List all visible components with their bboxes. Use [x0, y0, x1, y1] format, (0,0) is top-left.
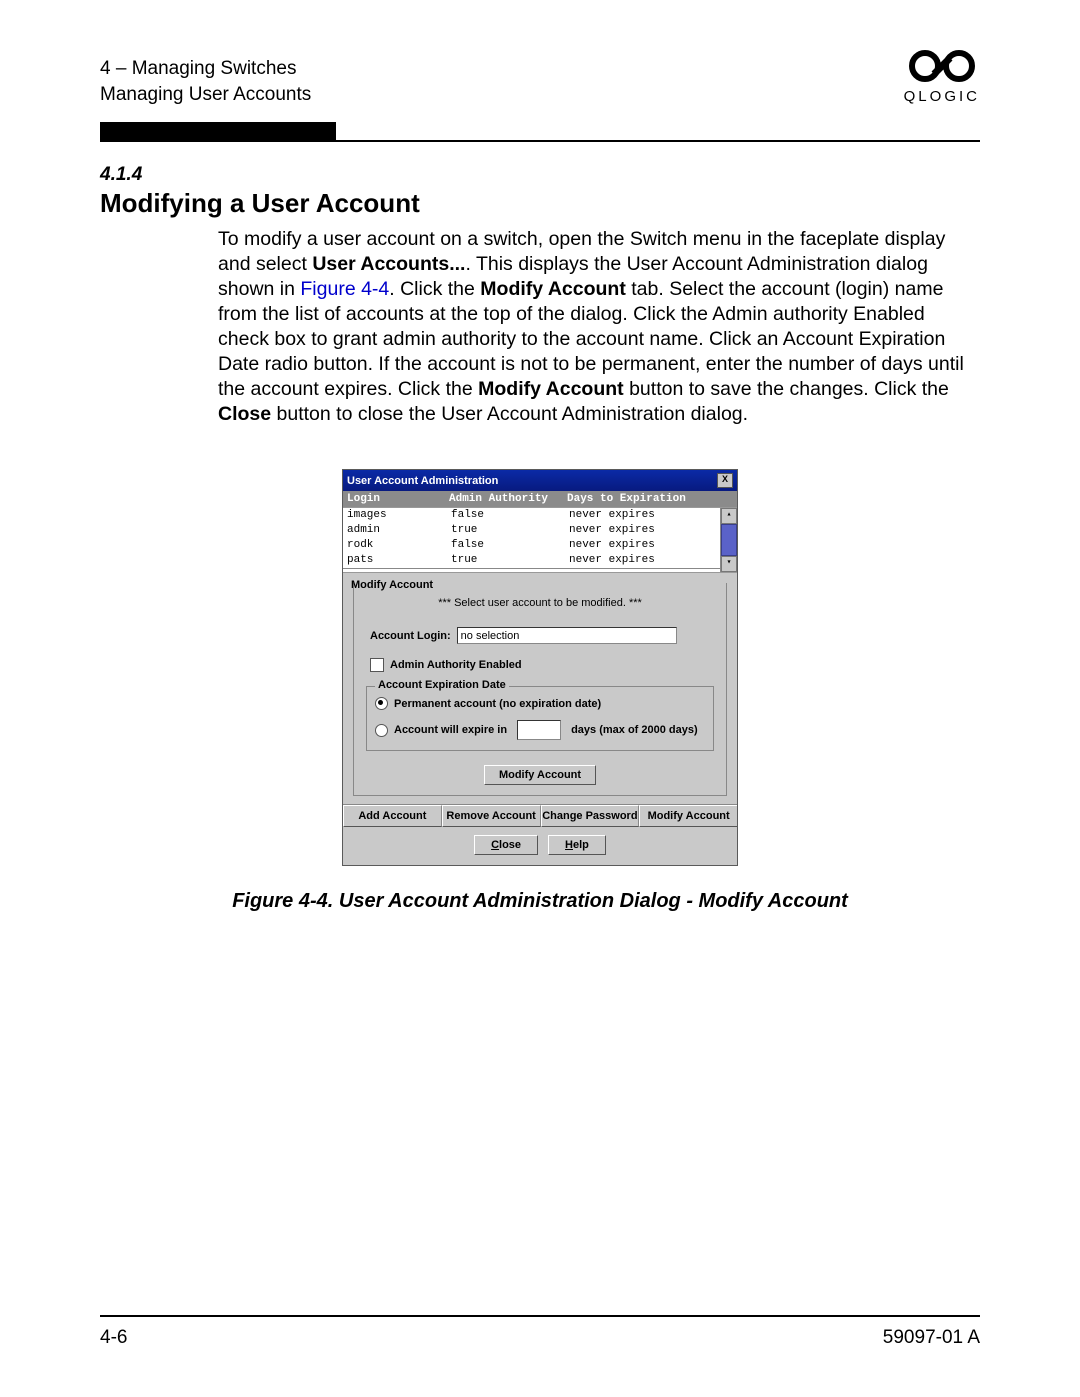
- body-bold-3: Modify Account: [478, 378, 624, 400]
- cell-exp: never expires: [569, 523, 716, 538]
- section-line: Managing User Accounts: [100, 82, 311, 108]
- col-auth: Admin Authority: [449, 493, 567, 505]
- cell-login: admin: [347, 523, 449, 538]
- body-bold-1: User Accounts...: [312, 253, 465, 275]
- dialog-title: User Account Administration: [347, 475, 498, 487]
- cell-exp: never expires: [569, 538, 716, 553]
- help-button-rest: elp: [573, 839, 589, 851]
- close-icon[interactable]: X: [717, 473, 733, 488]
- admin-authority-label: Admin Authority Enabled: [390, 659, 522, 671]
- col-exp: Days to Expiration: [567, 493, 733, 505]
- tab-modify-account[interactable]: Modify Account: [639, 805, 737, 827]
- body-text-5: button to save the changes. Click the: [624, 378, 949, 400]
- scroll-up-icon[interactable]: ▴: [721, 508, 737, 524]
- tab-add-account[interactable]: Add Account: [343, 805, 442, 827]
- cell-login: rodk: [347, 538, 449, 553]
- account-login-label: Account Login:: [370, 630, 451, 642]
- logo-text: QLOGIC: [904, 88, 980, 105]
- body-text-6: button to close the User Account Adminis…: [271, 403, 748, 425]
- table-row[interactable]: images false never expires: [343, 508, 720, 523]
- cell-auth: false: [449, 508, 569, 523]
- figure-caption: Figure 4-4. User Account Administration …: [100, 890, 980, 913]
- close-button-rest: lose: [499, 839, 521, 851]
- radio-expire-label-b: days (max of 2000 days): [571, 724, 698, 736]
- admin-authority-checkbox[interactable]: [370, 658, 384, 672]
- modify-account-button-label: Modify Account: [499, 769, 581, 781]
- help-button[interactable]: Help: [548, 835, 606, 855]
- cell-exp: never expires: [569, 508, 716, 523]
- account-login-input[interactable]: [457, 627, 677, 644]
- header-rule: [100, 140, 980, 142]
- chapter-line: 4 – Managing Switches: [100, 56, 311, 82]
- section-number: 4.1.4: [100, 164, 980, 186]
- cell-auth: true: [449, 553, 569, 568]
- help-button-underline: H: [565, 839, 573, 851]
- footer-doc: 59097-01 A: [883, 1327, 980, 1349]
- close-button[interactable]: Close: [474, 835, 538, 855]
- account-list[interactable]: images false never expires admin true ne…: [343, 508, 720, 572]
- col-login: Login: [347, 493, 449, 505]
- table-row[interactable]: admin true never expires: [343, 523, 720, 538]
- radio-permanent-label: Permanent account (no expiration date): [394, 698, 601, 710]
- scroll-thumb[interactable]: [721, 524, 737, 556]
- expiration-legend: Account Expiration Date: [375, 679, 509, 691]
- cell-auth: true: [449, 523, 569, 538]
- tab-remove-account[interactable]: Remove Account: [442, 805, 541, 827]
- table-row[interactable]: pats true never expires: [343, 553, 720, 569]
- body-paragraph: To modify a user account on a switch, op…: [218, 227, 976, 427]
- qlogic-logo-icon: [907, 46, 977, 86]
- select-note: *** Select user account to be modified. …: [364, 597, 716, 609]
- tab-change-password[interactable]: Change Password: [541, 805, 640, 827]
- cell-exp: never expires: [569, 553, 716, 568]
- user-account-admin-dialog: User Account Administration X Login Admi…: [342, 469, 738, 866]
- qlogic-logo: QLOGIC: [904, 46, 980, 105]
- section-title: Modifying a User Account: [100, 188, 980, 219]
- modify-account-button[interactable]: Modify Account: [484, 765, 596, 785]
- days-input[interactable]: [517, 720, 561, 740]
- body-bold-4: Close: [218, 403, 271, 425]
- table-row[interactable]: rodk false never expires: [343, 538, 720, 553]
- header-black-bar: [100, 122, 336, 140]
- list-scrollbar[interactable]: ▴ ▾: [720, 508, 737, 572]
- body-bold-2: Modify Account: [480, 278, 626, 300]
- column-headers: Login Admin Authority Days to Expiration: [343, 491, 737, 507]
- scroll-down-icon[interactable]: ▾: [721, 556, 737, 572]
- cell-login: images: [347, 508, 449, 523]
- radio-expire-label-a: Account will expire in: [394, 724, 507, 736]
- close-button-underline: C: [491, 839, 499, 851]
- dialog-titlebar[interactable]: User Account Administration X: [343, 470, 737, 491]
- footer-page: 4-6: [100, 1327, 127, 1349]
- body-text-3: . Click the: [389, 278, 480, 300]
- cell-login: pats: [347, 553, 449, 568]
- cell-auth: false: [449, 538, 569, 553]
- figure-link[interactable]: Figure 4-4: [300, 278, 389, 300]
- footer-rule: [100, 1315, 980, 1317]
- radio-permanent[interactable]: [375, 697, 388, 710]
- radio-expire[interactable]: [375, 724, 388, 737]
